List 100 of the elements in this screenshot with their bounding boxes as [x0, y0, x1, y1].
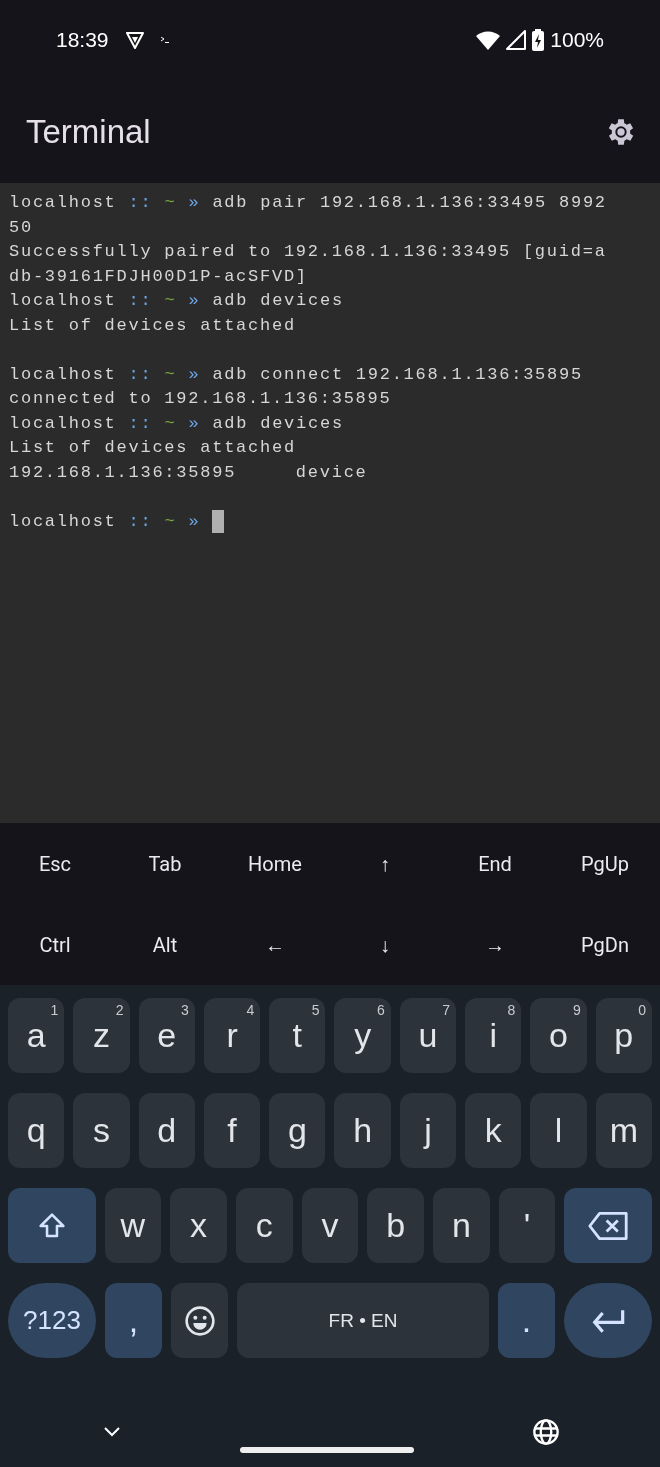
key-hint: 6 — [377, 1002, 385, 1018]
terminal-icon — [160, 37, 169, 43]
extra-key[interactable]: Esc — [0, 831, 110, 896]
extra-key[interactable]: Tab — [110, 831, 220, 896]
extra-key[interactable]: PgDn — [550, 912, 660, 977]
output-text: 50 — [9, 216, 33, 239]
letter-key[interactable]: o 9 — [530, 998, 587, 1073]
chevron-down-icon[interactable] — [103, 1426, 121, 1438]
letter-key[interactable]: m — [595, 1093, 652, 1168]
prompt-arrow: » — [188, 363, 201, 386]
extra-key[interactable]: Home — [220, 831, 330, 896]
extra-key[interactable]: PgUp — [550, 831, 660, 896]
letter-key[interactable]: w — [104, 1188, 162, 1263]
key-hint: 1 — [50, 1002, 59, 1018]
letter-key[interactable]: t 5 — [269, 998, 326, 1073]
battery-icon — [532, 29, 545, 51]
prompt-directory: ~ — [164, 192, 177, 214]
extra-key[interactable]: ↑ — [330, 831, 440, 896]
letter-key[interactable]: ' — [498, 1188, 556, 1263]
key-hint: 4 — [246, 1002, 255, 1018]
letter-key[interactable]: v — [301, 1188, 359, 1263]
prompt-host: localhost — [9, 510, 117, 533]
key-hint: 5 — [311, 1002, 320, 1018]
prompt-host: localhost — [9, 290, 117, 312]
letter-key[interactable]: a 1 — [8, 998, 65, 1073]
letter-key[interactable]: c — [235, 1188, 293, 1263]
key-hint: 7 — [442, 1002, 451, 1018]
output-text: List of devices attached — [9, 314, 296, 337]
gesture-handle[interactable] — [239, 1447, 414, 1453]
letter-key[interactable]: h — [334, 1093, 391, 1168]
prompt-host: localhost — [9, 412, 117, 435]
prompt-separator: :: — [128, 412, 153, 435]
letter-key[interactable]: z 2 — [73, 998, 130, 1073]
prompt-directory: ~ — [164, 363, 177, 386]
space-bar[interactable]: FR • EN — [237, 1283, 489, 1358]
letter-key[interactable]: q — [8, 1093, 65, 1168]
shield-icon — [124, 30, 145, 50]
output-text: 192.168.1.136:35895 device — [9, 461, 368, 484]
prompt-arrow: » — [188, 290, 201, 312]
letter-key[interactable]: r 4 — [203, 998, 261, 1073]
command-text: adb connect 192.168.1.136:35895 — [212, 363, 583, 386]
wifi-icon — [476, 30, 501, 50]
letter-key[interactable]: n — [433, 1188, 490, 1263]
prompt-separator: :: — [128, 192, 153, 214]
letter-key[interactable]: d — [138, 1093, 195, 1168]
punctuation-key[interactable]: , — [105, 1283, 162, 1358]
extra-key[interactable]: ↓ — [330, 912, 440, 977]
clock: 18:39 — [56, 28, 109, 52]
symbols-key[interactable]: ?123 — [8, 1283, 96, 1358]
letter-key[interactable]: f — [203, 1093, 261, 1168]
prompt-directory: ~ — [164, 412, 177, 435]
letter-key[interactable]: x — [170, 1188, 227, 1263]
letter-key[interactable]: p 0 — [595, 998, 652, 1073]
globe-icon[interactable] — [532, 1418, 560, 1446]
prompt-arrow: » — [188, 510, 201, 533]
letter-key[interactable]: u 7 — [399, 998, 457, 1073]
letter-key[interactable]: s — [73, 1093, 130, 1168]
extra-key[interactable]: ← — [220, 912, 330, 977]
command-text: adb pair 192.168.1.136:33495 8992 — [212, 192, 607, 214]
letter-key[interactable]: y 6 — [334, 998, 391, 1073]
letter-key[interactable]: g — [269, 1093, 326, 1168]
key-hint: 3 — [181, 1002, 189, 1018]
app-title: Terminal — [26, 112, 151, 151]
key-hint: 9 — [572, 1002, 581, 1018]
prompt-host: localhost — [9, 192, 117, 214]
output-text: connected to 192.168.1.136:35895 — [9, 388, 392, 410]
terminal-screen[interactable] — [0, 183, 660, 823]
signal-icon — [506, 30, 527, 50]
letter-key[interactable]: j — [399, 1093, 457, 1168]
extra-key[interactable]: End — [440, 831, 550, 896]
smiley-icon — [183, 1304, 216, 1337]
prompt-host: localhost — [9, 363, 117, 386]
letter-key[interactable]: e 3 — [138, 998, 195, 1073]
backspace-key[interactable] — [564, 1188, 652, 1263]
punctuation-key[interactable]: . — [498, 1283, 555, 1358]
emoji-key[interactable] — [171, 1283, 228, 1358]
prompt-arrow: » — [188, 412, 201, 435]
command-text: adb devices — [212, 290, 344, 312]
letter-key[interactable]: l — [530, 1093, 587, 1168]
extra-key[interactable]: → — [440, 912, 550, 977]
key-hint: 2 — [115, 1002, 124, 1018]
prompt-separator: :: — [128, 290, 153, 312]
letter-key[interactable]: i 8 — [465, 998, 522, 1073]
output-text: List of devices attached — [9, 437, 296, 459]
prompt-separator: :: — [128, 510, 153, 533]
letter-key[interactable]: k — [465, 1093, 522, 1168]
prompt-separator: :: — [128, 363, 153, 386]
extra-key[interactable]: Alt — [110, 912, 220, 977]
prompt-arrow: » — [188, 192, 201, 214]
command-text: adb devices — [212, 412, 344, 435]
letter-key[interactable]: b — [367, 1188, 425, 1263]
output-text: db-39161FDJH00D1P-acSFVD] — [9, 265, 308, 288]
shift-key[interactable] — [8, 1188, 96, 1263]
extra-key[interactable]: Ctrl — [0, 912, 110, 977]
battery-percentage: 100% — [550, 28, 604, 52]
output-text: Successfully paired to 192.168.1.136:33495 [guid=a — [9, 241, 607, 263]
prompt-directory: ~ — [164, 290, 177, 312]
key-hint: 0 — [638, 1002, 646, 1018]
key-hint: 8 — [507, 1002, 516, 1018]
prompt-directory: ~ — [164, 510, 177, 533]
